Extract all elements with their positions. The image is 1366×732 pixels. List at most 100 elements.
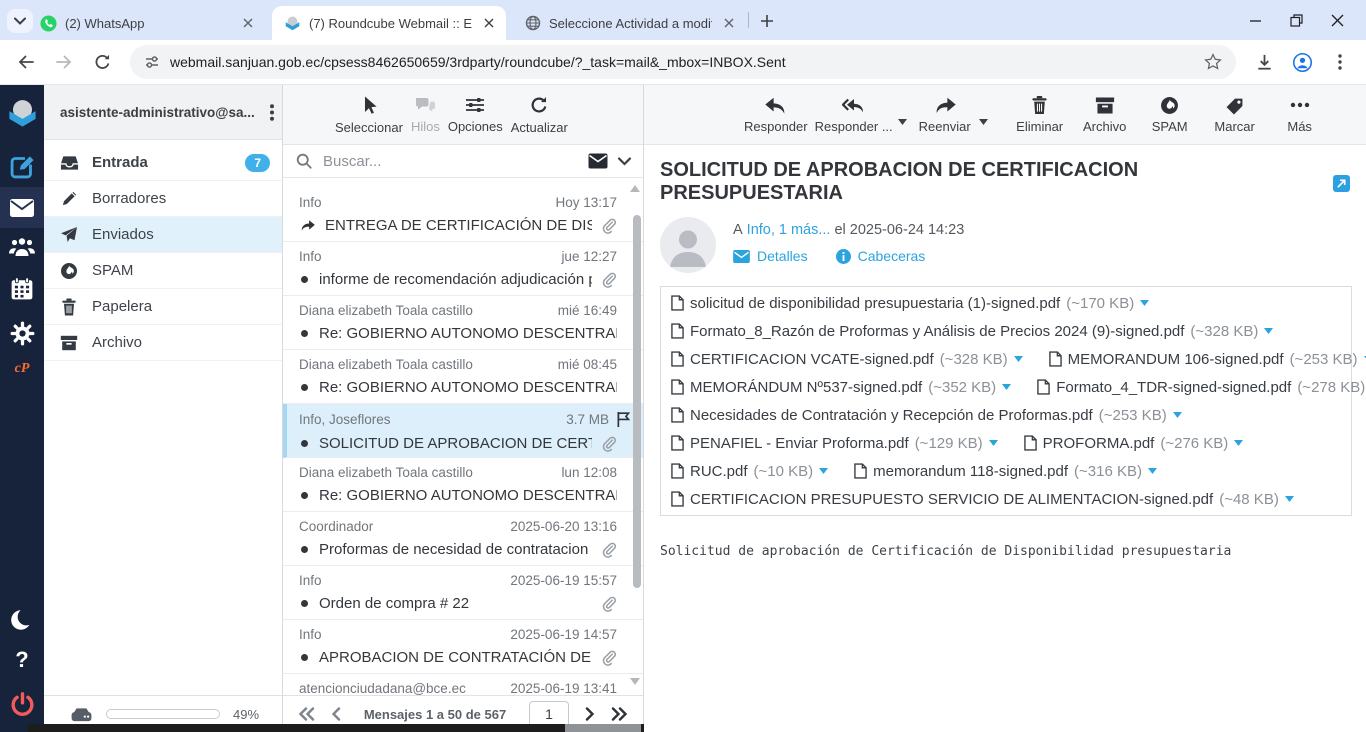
threads-button[interactable]: Hilos: [411, 95, 440, 134]
horizontal-scrollbar-thumb[interactable]: [565, 724, 641, 732]
options-button[interactable]: Opciones: [448, 95, 503, 134]
browser-menu-button[interactable]: [1324, 46, 1356, 78]
tab-close-button[interactable]: [239, 14, 257, 32]
account-menu-icon[interactable]: [270, 104, 274, 121]
attachment[interactable]: memorandum 118-signed.pdf (~316 KB): [854, 463, 1157, 480]
next-page-icon[interactable]: [585, 707, 595, 721]
reply-all-button[interactable]: Responder ...: [815, 96, 893, 134]
back-button[interactable]: [10, 46, 42, 78]
paperclip-icon: [601, 649, 617, 666]
tab-actividad[interactable]: Seleccione Actividad a modifica: [513, 6, 746, 40]
logout-button[interactable]: [0, 691, 44, 718]
attachment[interactable]: Formato_8_Razón de Proformas y Análisis …: [671, 323, 1273, 340]
headers-link[interactable]: Cabeceras: [836, 248, 926, 264]
attachment-menu-caret[interactable]: [1285, 496, 1294, 502]
window-close-button[interactable]: [1331, 14, 1344, 27]
folder-papelera[interactable]: Papelera: [44, 289, 282, 325]
folder-borradores[interactable]: Borradores: [44, 181, 282, 217]
downloads-button[interactable]: [1248, 46, 1280, 78]
attachment[interactable]: PENAFIEL - Enviar Proforma.pdf (~129 KB): [671, 435, 998, 452]
folder-spam[interactable]: SPAM: [44, 253, 282, 289]
window-minimize-button[interactable]: [1249, 14, 1262, 27]
attachment-menu-caret[interactable]: [989, 440, 998, 446]
rail-calendar-button[interactable]: [0, 277, 44, 301]
attachment-menu-caret[interactable]: [1002, 384, 1011, 390]
folder-enviados[interactable]: Enviados: [44, 217, 282, 253]
attachment-menu-caret[interactable]: [1234, 440, 1243, 446]
rail-settings-button[interactable]: [0, 321, 44, 346]
tab-whatsapp[interactable]: (2) WhatsApp: [28, 6, 265, 40]
tab-roundcube[interactable]: (7) Roundcube Webmail :: Envia: [272, 6, 506, 40]
search-options-chevron-icon[interactable]: [618, 157, 631, 166]
forward-button[interactable]: Reenviar: [916, 96, 974, 134]
list-item[interactable]: Diana elizabeth Toala castillolun 12:08 …: [283, 458, 643, 512]
rail-contacts-button[interactable]: [0, 237, 44, 257]
tab-close-button[interactable]: [480, 14, 498, 32]
prev-page-icon[interactable]: [331, 707, 341, 721]
forward-button[interactable]: [48, 46, 80, 78]
attachment-menu-caret[interactable]: [1173, 412, 1182, 418]
list-scrollbar-thumb[interactable]: [633, 215, 641, 588]
window-restore-button[interactable]: [1290, 14, 1303, 27]
attachment[interactable]: Formato_4_TDR-signed-signed.pdf (~278 KB…: [1037, 379, 1366, 396]
mark-button[interactable]: Marcar: [1206, 96, 1264, 134]
reload-button[interactable]: [86, 46, 118, 78]
scroll-up-arrow[interactable]: [630, 185, 640, 192]
dark-mode-button[interactable]: [0, 607, 44, 633]
account-header[interactable]: asistente-administrativo@sa...: [44, 85, 282, 140]
search-input[interactable]: [323, 153, 578, 170]
archive-button[interactable]: Archivo: [1076, 96, 1134, 134]
first-page-icon[interactable]: [298, 707, 315, 721]
cpanel-button[interactable]: cP: [0, 361, 44, 377]
attachment-menu-caret[interactable]: [819, 468, 828, 474]
last-page-icon[interactable]: [611, 707, 628, 721]
tab-close-button[interactable]: [720, 14, 738, 32]
more-recipients-link[interactable]: 1 más...: [779, 222, 831, 238]
recipient-link[interactable]: Info,: [747, 222, 775, 238]
reply-all-menu-caret[interactable]: [898, 119, 907, 125]
delete-button[interactable]: Eliminar: [1011, 95, 1069, 134]
new-tab-button[interactable]: [756, 10, 778, 32]
list-item[interactable]: Diana elizabeth Toala castillomié 16:49 …: [283, 296, 643, 350]
attachment[interactable]: RUC.pdf (~10 KB): [671, 463, 828, 480]
forward-menu-caret[interactable]: [979, 119, 988, 125]
list-item[interactable]: Diana elizabeth Toala castillomié 08:45 …: [283, 350, 643, 404]
list-item[interactable]: InfoHoy 13:17 ENTREGA DE CERTIFICACIÓN D…: [283, 188, 643, 242]
list-item-selected[interactable]: Info, Joseflores3.7 MB SOLICITUD DE APRO…: [283, 404, 643, 458]
reply-button[interactable]: Responder: [744, 96, 808, 134]
attachment[interactable]: solicitud de disponibilidad presupuestar…: [671, 295, 1149, 312]
help-button[interactable]: ?: [0, 647, 44, 673]
profile-button[interactable]: [1286, 46, 1318, 78]
list-item[interactable]: Infojue 12:27 informe de recomendación a…: [283, 242, 643, 296]
attachment-menu-caret[interactable]: [1148, 468, 1157, 474]
attachment-menu-caret[interactable]: [1014, 356, 1023, 362]
horizontal-scrollbar[interactable]: [28, 724, 644, 732]
list-item[interactable]: Info2025-06-19 14:57 APROBACION DE CONTR…: [283, 620, 643, 674]
folder-archivo[interactable]: Archivo: [44, 325, 282, 361]
folder-entrada[interactable]: Entrada 7: [44, 145, 282, 181]
bookmark-star-icon[interactable]: [1204, 53, 1222, 71]
attachment[interactable]: PROFORMA.pdf (~276 KB): [1024, 435, 1244, 452]
attachment-menu-caret[interactable]: [1140, 300, 1149, 306]
flag-icon[interactable]: [616, 411, 631, 428]
attachment[interactable]: MEMORANDUM 106-signed.pdf (~253 KB): [1049, 351, 1366, 368]
details-link[interactable]: Detalles: [733, 248, 808, 264]
search-scope-mail-icon[interactable]: [588, 153, 608, 169]
spam-button[interactable]: SPAM: [1141, 96, 1199, 134]
list-item[interactable]: Info2025-06-19 15:57 Orden de compra # 2…: [283, 566, 643, 620]
rail-mail-button[interactable]: [0, 187, 44, 228]
attachment-menu-caret[interactable]: [1264, 328, 1273, 334]
refresh-button[interactable]: Actualizar: [511, 95, 568, 135]
attachment[interactable]: Necesidades de Contratación y Recepción …: [671, 407, 1182, 424]
scroll-down-arrow[interactable]: [630, 678, 640, 685]
select-button[interactable]: Seleccionar: [335, 95, 403, 135]
url-bar[interactable]: webmail.sanjuan.gob.ec/cpsess8462650659/…: [130, 45, 1236, 79]
more-button[interactable]: Más: [1271, 96, 1329, 134]
attachment[interactable]: MEMORÁNDUM Nº537-signed.pdf (~352 KB): [671, 379, 1011, 396]
attachment[interactable]: CERTIFICACION PRESUPUESTO SERVICIO DE AL…: [671, 491, 1294, 508]
open-in-new-window-icon[interactable]: [1333, 175, 1350, 192]
attachment[interactable]: CERTIFICACION VCATE-signed.pdf (~328 KB): [671, 351, 1023, 368]
list-item[interactable]: atencionciudadana@bce.ec2025-06-19 13:41: [283, 674, 643, 695]
list-item[interactable]: Coordinador2025-06-20 13:16 Proformas de…: [283, 512, 643, 566]
compose-button[interactable]: [0, 153, 44, 180]
